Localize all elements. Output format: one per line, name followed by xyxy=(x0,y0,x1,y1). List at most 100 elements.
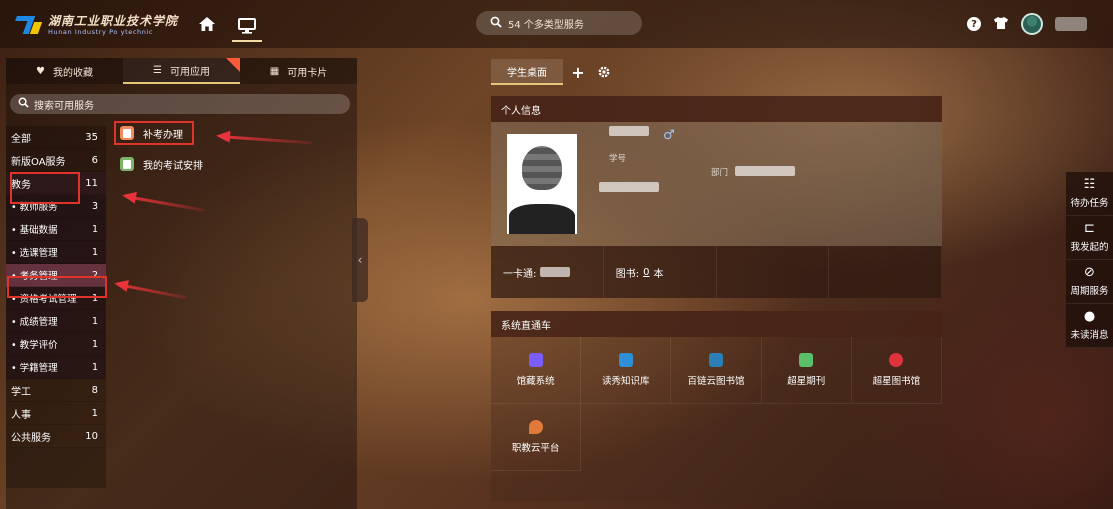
tab-favorites[interactable]: ♥ 我的收藏 xyxy=(6,58,123,84)
chaoxing-library-icon xyxy=(889,353,904,367)
my-initiated-label: 我发起的 xyxy=(1070,242,1109,253)
task-list-icon: ☷ xyxy=(1083,177,1096,192)
bailian-library-icon xyxy=(708,353,723,367)
schedule-doc-icon xyxy=(120,157,134,171)
tab-available-cards[interactable]: ▦ 可用卡片 xyxy=(240,58,357,84)
duxiu-icon xyxy=(618,353,633,367)
system-item-bailian[interactable]: 百链云图书馆 xyxy=(671,337,762,404)
home-icon[interactable] xyxy=(196,13,218,35)
system-item-chaoxing-journal[interactable]: 超星期刊 xyxy=(761,337,852,404)
category-item-student-status[interactable]: • 学籍管理 1 xyxy=(6,356,106,379)
category-label: • 教学评价 xyxy=(11,340,58,351)
male-icon: ♂ xyxy=(663,128,675,143)
annotation-box-makeup-exam xyxy=(114,121,194,145)
service-panel: ♥ 我的收藏 ☰ 可用应用 ▦ 可用卡片 搜索可用服务 全部 35 新版OA服务 6… xyxy=(6,58,357,509)
todo-tasks-button[interactable]: ☷ 待办任务 xyxy=(1066,172,1113,216)
annotation-arrow-exam-affairs xyxy=(112,277,187,300)
username-redacted[interactable] xyxy=(1055,17,1087,31)
app-item-my-exam-schedule[interactable]: 我的考试安排 xyxy=(114,153,354,175)
tab-available-apps-label: 可用应用 xyxy=(169,66,210,78)
desktop-tabs: 学生桌面 + xyxy=(491,59,615,85)
system-item-chaoxing-library[interactable]: 超星图书馆 xyxy=(851,337,942,404)
category-item-oa[interactable]: 新版OA服务 6 xyxy=(6,149,106,172)
profile-footer: 一卡通: 图书: 0 本 xyxy=(491,246,942,298)
system-item-label: 职教云平台 xyxy=(511,443,560,454)
student-id-label: 学号 xyxy=(609,154,627,164)
category-label: • 选课管理 xyxy=(11,248,58,259)
tshirt-icon[interactable] xyxy=(993,16,1009,33)
gear-icon[interactable] xyxy=(593,61,615,83)
category-item-teaching-eval[interactable]: • 教学评价 1 xyxy=(6,333,106,356)
tab-corner-marker xyxy=(226,58,240,72)
desktop-icon[interactable] xyxy=(232,12,262,42)
add-desktop-button[interactable]: + xyxy=(567,61,589,83)
my-initiated-button[interactable]: ⊏ 我发起的 xyxy=(1066,216,1113,260)
library-books-value[interactable]: 0 xyxy=(643,267,649,278)
library-books-cell[interactable]: 图书: 0 本 xyxy=(604,246,717,298)
system-express-card: 系统直通车 馆藏系统 读秀知识库 百链云图书馆 超星期刊 超星图书馆 职教云平台 xyxy=(491,311,942,501)
category-label: 学工 xyxy=(11,386,31,398)
category-count: 1 xyxy=(91,361,98,373)
tab-available-cards-label: 可用卡片 xyxy=(287,67,328,79)
search-icon xyxy=(18,97,29,111)
panel-collapse-handle[interactable]: ‹ xyxy=(352,218,368,302)
campus-card-label: 一卡通: xyxy=(503,268,537,280)
school-logo[interactable]: 湖南工业职业技术学院 Hunan Industry Po ytechnic xyxy=(15,12,178,38)
campus-card-redacted xyxy=(540,267,571,277)
department-redacted xyxy=(735,166,795,176)
global-search[interactable]: 54 个多类型服务 xyxy=(476,11,642,35)
tab-student-desktop[interactable]: 学生桌面 xyxy=(491,59,563,85)
profile-footer-empty-2 xyxy=(829,246,942,298)
category-count: 1 xyxy=(91,315,98,327)
category-label: • 学籍管理 xyxy=(11,363,58,374)
category-label: • 成绩管理 xyxy=(11,317,58,328)
unread-messages-button[interactable]: ● 未读消息 xyxy=(1066,304,1113,348)
category-item-course-selection[interactable]: • 选课管理 1 xyxy=(6,241,106,264)
logo-mark-icon xyxy=(15,14,43,36)
category-count: 11 xyxy=(85,177,98,189)
campus-card-cell[interactable]: 一卡通: xyxy=(491,246,604,298)
chat-bubble-icon: ● xyxy=(1083,309,1096,324)
system-express-title: 系统直通车 xyxy=(491,311,942,337)
tab-favorites-label: 我的收藏 xyxy=(52,67,93,79)
category-label: 新版OA服务 xyxy=(11,156,66,168)
category-count: 35 xyxy=(85,131,98,143)
annotation-arrow-jiaowu xyxy=(121,189,205,212)
category-item-all[interactable]: 全部 35 xyxy=(6,126,106,149)
category-item-basic-data[interactable]: • 基础数据 1 xyxy=(6,218,106,241)
tab-available-apps[interactable]: ☰ 可用应用 xyxy=(123,58,240,84)
library-collection-icon xyxy=(528,353,543,367)
student-photo xyxy=(507,134,577,234)
category-label: 全部 xyxy=(11,133,31,145)
unread-messages-label: 未读消息 xyxy=(1070,330,1109,341)
category-label: 人事 xyxy=(11,409,31,421)
profile-footer-empty-1 xyxy=(717,246,830,298)
category-count: 1 xyxy=(91,223,98,235)
periodic-service-button[interactable]: ⊘ 周期服务 xyxy=(1066,260,1113,304)
system-item-duxiu[interactable]: 读秀知识库 xyxy=(581,337,672,404)
category-item-public-service[interactable]: 公共服务 10 xyxy=(6,425,106,448)
profile-body: ♂ 学号 部门 xyxy=(491,122,942,246)
category-count: 3 xyxy=(91,200,98,212)
category-count: 1 xyxy=(91,338,98,350)
system-item-label: 馆藏系统 xyxy=(516,376,555,387)
category-item-renshi[interactable]: 人事 1 xyxy=(6,402,106,425)
system-item-label: 百链云图书馆 xyxy=(687,376,745,387)
category-count: 10 xyxy=(85,430,98,442)
grid-icon: ▦ xyxy=(269,65,280,77)
service-search-placeholder: 搜索可用服务 xyxy=(34,100,94,112)
profile-card: 个人信息 ♂ 学号 部门 一卡通: 图书: 0 本 xyxy=(491,96,942,298)
system-item-collection[interactable]: 馆藏系统 xyxy=(491,337,582,404)
annotation-box-jiaowu xyxy=(10,172,80,204)
student-id-redacted xyxy=(599,182,659,192)
category-item-grades[interactable]: • 成绩管理 1 xyxy=(6,310,106,333)
system-item-zhijiaoyun[interactable]: 职教云平台 xyxy=(491,404,582,471)
top-bar: 湖南工业职业技术学院 Hunan Industry Po ytechnic 54… xyxy=(0,0,1113,48)
profile-card-title: 个人信息 xyxy=(491,96,942,122)
name-redacted xyxy=(609,126,649,136)
user-avatar[interactable] xyxy=(1021,13,1043,35)
logo-en-text: Hunan Industry Po ytechnic xyxy=(48,27,154,36)
service-search-input[interactable]: 搜索可用服务 xyxy=(10,94,350,114)
help-icon[interactable]: ? xyxy=(967,17,981,31)
category-item-xuegong[interactable]: 学工 8 xyxy=(6,379,106,402)
